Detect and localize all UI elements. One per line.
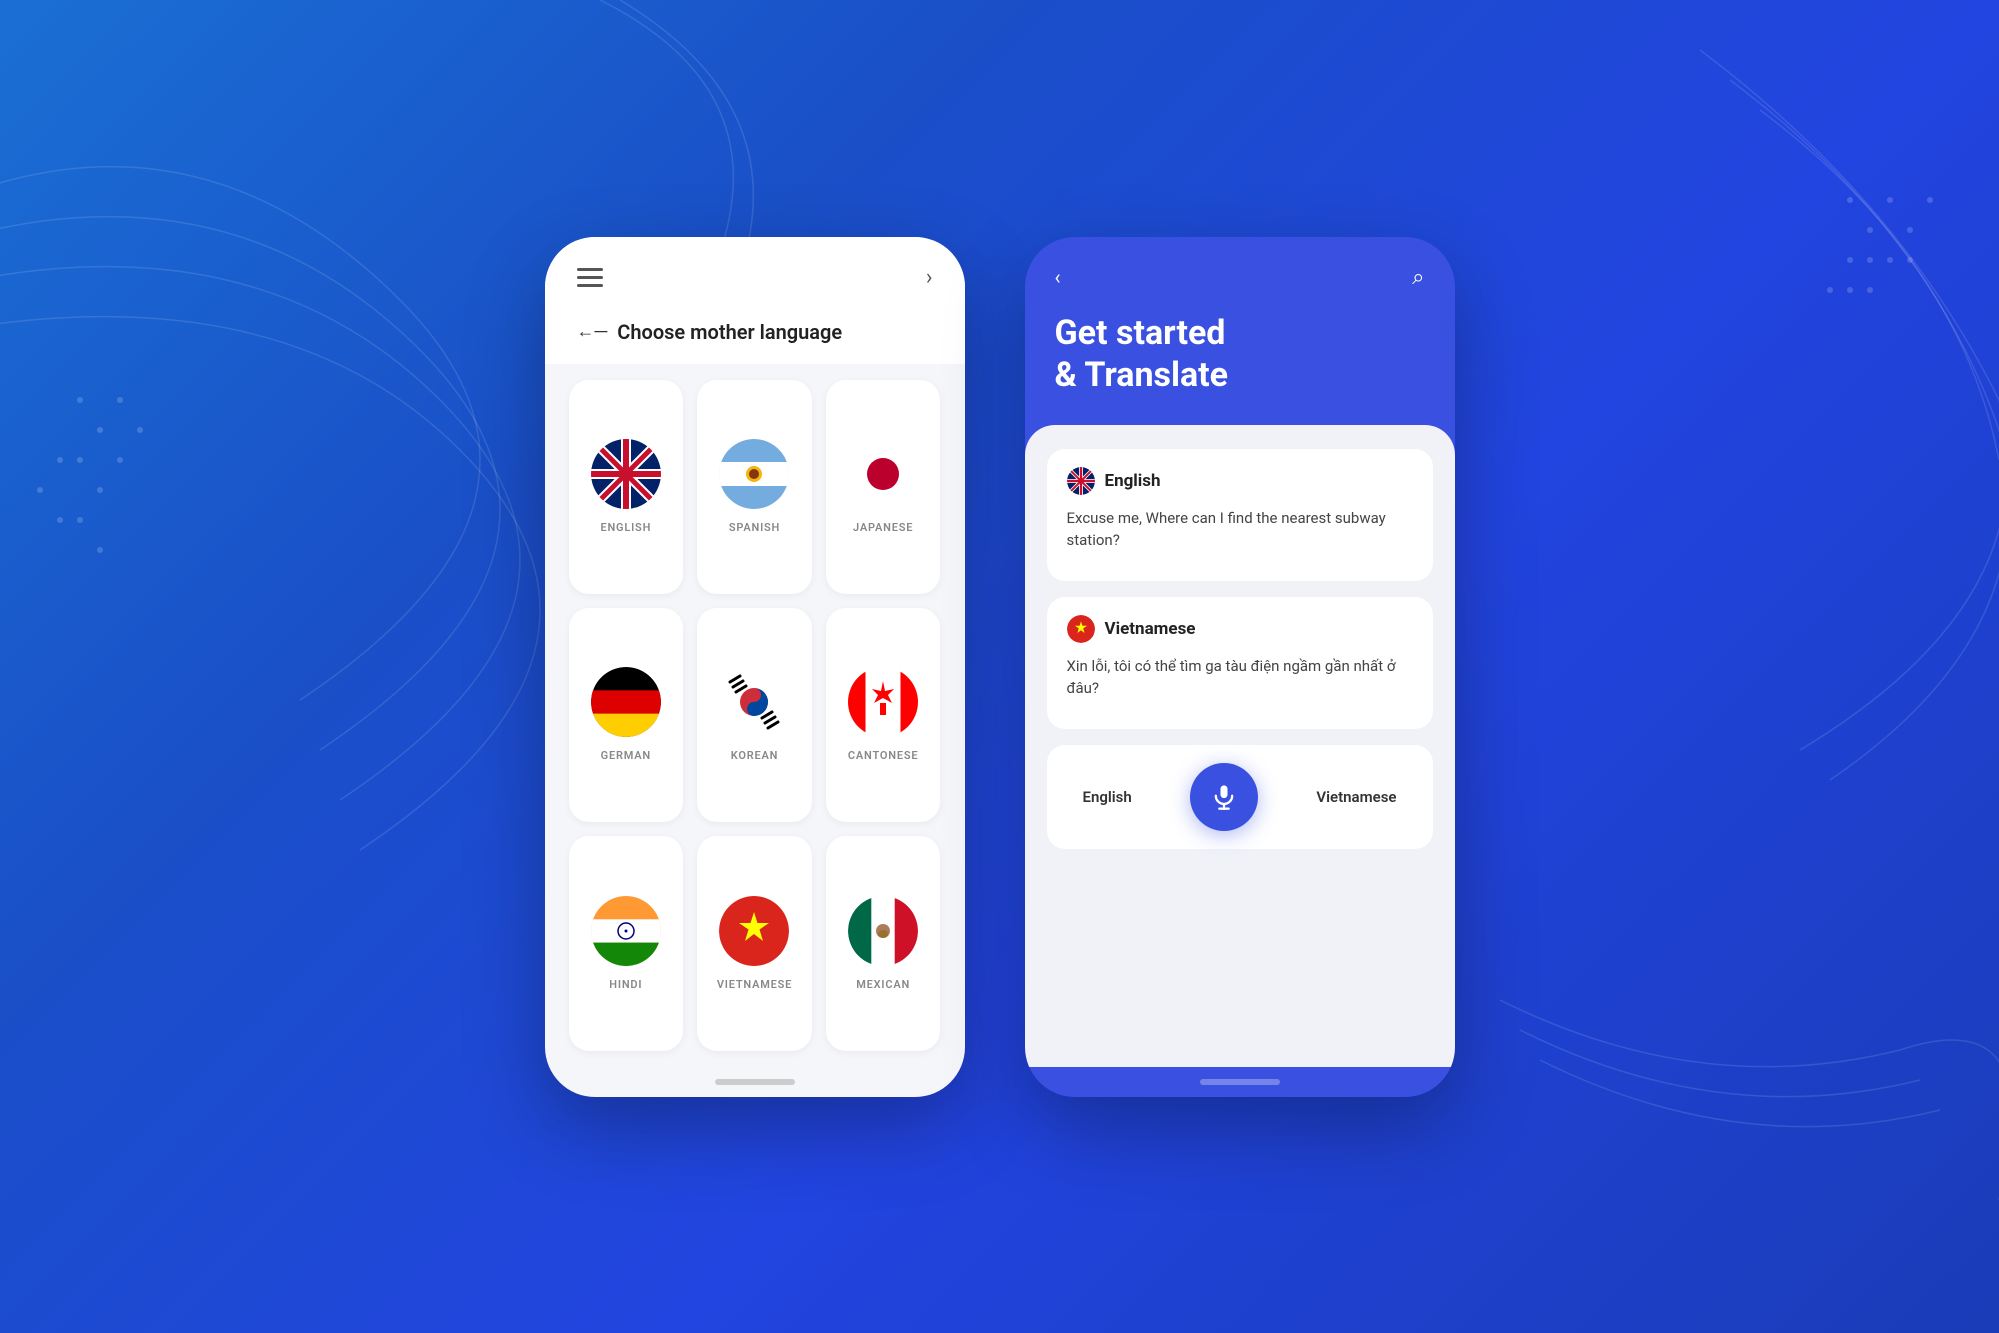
- source-lang-header: English: [1067, 467, 1413, 495]
- phones-container: › ←─ Choose mother language: [545, 237, 1455, 1097]
- language-label-korean: KOREAN: [731, 749, 779, 762]
- back-icon[interactable]: ‹: [1055, 265, 1061, 289]
- phone-left: › ←─ Choose mother language: [545, 237, 965, 1097]
- translation-area: English Excuse me, Where can I find the …: [1025, 425, 1455, 1067]
- language-label-english: ENGLISH: [600, 521, 651, 534]
- language-card-hindi[interactable]: HINDI: [569, 836, 684, 1050]
- language-grid: ENGLISH SPANISH: [545, 364, 965, 1067]
- language-card-english[interactable]: ENGLISH: [569, 380, 684, 594]
- flag-canada: [848, 667, 918, 737]
- target-lang-name: Vietnamese: [1105, 619, 1196, 639]
- target-flag-vietnam: [1067, 615, 1095, 643]
- bottom-controls: English Vietnamese: [1047, 745, 1433, 849]
- language-label-hindi: HINDI: [609, 978, 642, 991]
- source-flag-uk: [1067, 467, 1095, 495]
- flag-india: [591, 896, 661, 966]
- flag-germany: [591, 667, 661, 737]
- language-card-vietnamese[interactable]: VIETNAMESE: [697, 836, 812, 1050]
- target-translation-text: Xin lỗi, tôi có thể tìm ga tàu điện ngầm…: [1067, 655, 1413, 711]
- language-card-mexican[interactable]: MEXICAN: [826, 836, 941, 1050]
- language-card-korean[interactable]: KOREAN: [697, 608, 812, 822]
- flag-japan: [848, 439, 918, 509]
- choose-language-title: Choose mother language: [617, 320, 842, 344]
- left-phone-bottom: [545, 1067, 965, 1097]
- language-card-german[interactable]: GERMAN: [569, 608, 684, 822]
- source-language-card: English Excuse me, Where can I find the …: [1047, 449, 1433, 581]
- language-card-cantonese[interactable]: CANTONESE: [826, 608, 941, 822]
- language-label-spanish: SPANISH: [729, 521, 780, 534]
- right-phone-bottom: [1025, 1067, 1455, 1097]
- back-arrow-icon: ←─: [577, 321, 608, 342]
- next-icon[interactable]: ›: [926, 265, 933, 290]
- flag-uk: [591, 439, 661, 509]
- language-label-mexican: MEXICAN: [856, 978, 910, 991]
- target-lang-header: Vietnamese: [1067, 615, 1413, 643]
- target-language-card: Vietnamese Xin lỗi, tôi có thể tìm ga tà…: [1047, 597, 1433, 729]
- search-icon[interactable]: ⌕: [1412, 265, 1424, 290]
- target-language-button[interactable]: Vietnamese: [1300, 780, 1412, 814]
- home-indicator: [715, 1079, 795, 1085]
- language-label-cantonese: CANTONESE: [848, 749, 918, 762]
- source-language-button[interactable]: English: [1067, 780, 1148, 814]
- left-phone-header: ›: [545, 237, 965, 306]
- flag-argentina: [719, 439, 789, 509]
- language-card-spanish[interactable]: SPANISH: [697, 380, 812, 594]
- language-card-japanese[interactable]: JAPANESE: [826, 380, 941, 594]
- home-indicator-right: [1200, 1079, 1280, 1085]
- flag-korea: [719, 667, 789, 737]
- translate-title: Get started & Translate: [1025, 304, 1455, 425]
- flag-mexico: [848, 896, 918, 966]
- choose-language-bar: ←─ Choose mother language: [545, 306, 965, 364]
- menu-icon[interactable]: [577, 268, 603, 287]
- title-text: Get started & Translate: [1055, 312, 1425, 397]
- language-label-japanese: JAPANESE: [853, 521, 913, 534]
- phone-right: ‹ ⌕ Get started & Translate: [1025, 237, 1455, 1097]
- flag-vietnam: [719, 896, 789, 966]
- language-label-vietnamese: VIETNAMESE: [717, 978, 792, 991]
- source-lang-name: English: [1105, 471, 1161, 491]
- right-phone-header: ‹ ⌕: [1025, 237, 1455, 304]
- source-translation-text: Excuse me, Where can I find the nearest …: [1067, 507, 1413, 563]
- microphone-button[interactable]: [1190, 763, 1258, 831]
- language-label-german: GERMAN: [601, 749, 651, 762]
